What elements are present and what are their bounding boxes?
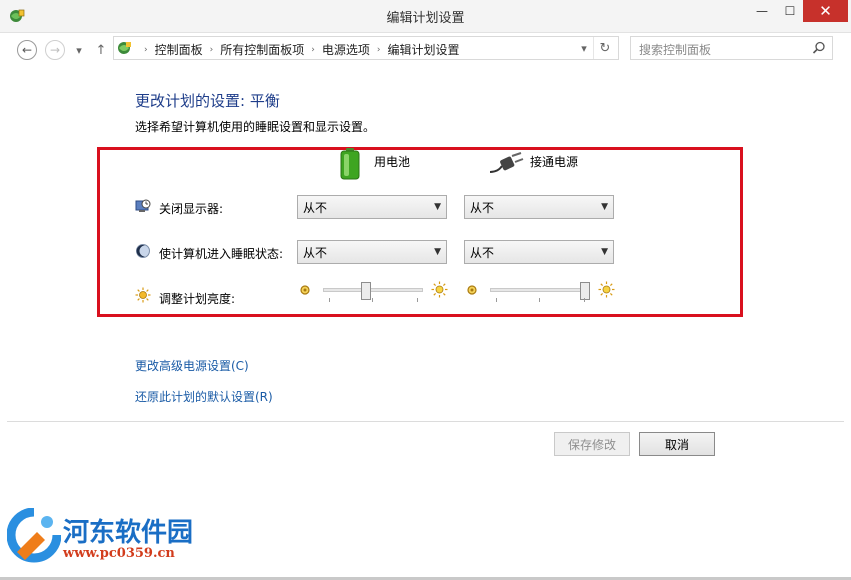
breadcrumb: › 控制面板 › 所有控制面板项 › 电源选项 › 编辑计划设置 bbox=[137, 41, 460, 58]
display-off-label: 关闭显示器: bbox=[159, 202, 224, 216]
page-description: 选择希望计算机使用的睡眠设置和显示设置。 bbox=[135, 120, 376, 134]
select-value: 从不 bbox=[470, 245, 495, 260]
slider-track bbox=[490, 288, 590, 292]
advanced-power-settings-link[interactable]: 更改高级电源设置(C) bbox=[135, 357, 249, 374]
save-changes-button[interactable]: 保存修改 bbox=[554, 432, 630, 456]
chevron-down-icon: ▼ bbox=[434, 202, 441, 212]
battery-column-header: 用电池 bbox=[374, 155, 411, 169]
chevron-down-icon: ▼ bbox=[434, 247, 441, 257]
window-title: 编辑计划设置 bbox=[386, 11, 465, 26]
forward-button[interactable]: → bbox=[45, 40, 65, 60]
page-title: 更改计划的设置: 平衡 bbox=[135, 92, 280, 110]
minimize-button[interactable]: — bbox=[748, 0, 776, 22]
slider-tick bbox=[584, 298, 585, 302]
search-placeholder: 搜索控制面板 bbox=[639, 43, 712, 57]
slider-tick bbox=[417, 298, 418, 302]
dim-brightness-icon bbox=[465, 283, 479, 297]
breadcrumb-control-panel[interactable]: 控制面板 bbox=[155, 41, 203, 58]
refresh-icon[interactable]: ↻ bbox=[598, 38, 612, 58]
watermark-logo bbox=[6, 507, 62, 566]
power-plug-icon bbox=[488, 152, 524, 176]
bright-brightness-icon bbox=[598, 281, 615, 298]
slider-tick bbox=[496, 298, 497, 302]
dim-brightness-icon bbox=[298, 283, 312, 297]
select-value: 从不 bbox=[303, 200, 328, 215]
brightness-label: 调整计划亮度: bbox=[159, 292, 236, 306]
select-value: 从不 bbox=[303, 245, 328, 260]
display-off-battery-select[interactable]: 从不 ▼ bbox=[297, 195, 447, 219]
chevron-down-icon: ▼ bbox=[601, 202, 608, 212]
bright-brightness-icon bbox=[431, 281, 448, 298]
recent-locations-button[interactable]: ▾ bbox=[72, 40, 86, 60]
breadcrumb-separator[interactable]: › bbox=[311, 45, 315, 55]
brightness-sun-icon bbox=[135, 287, 151, 303]
cancel-button[interactable]: 取消 bbox=[639, 432, 715, 456]
divider bbox=[7, 421, 844, 422]
display-off-plugged-select[interactable]: 从不 ▼ bbox=[464, 195, 614, 219]
watermark-url: www.pc0359.cn bbox=[63, 546, 175, 561]
slider-tick bbox=[329, 298, 330, 302]
breadcrumb-edit-plan[interactable]: 编辑计划设置 bbox=[387, 41, 459, 58]
address-dropdown-icon[interactable]: ▾ bbox=[577, 38, 591, 58]
watermark-title: 河东软件园 bbox=[63, 518, 194, 548]
slider-tick bbox=[372, 298, 373, 302]
sleep-moon-icon bbox=[135, 243, 151, 259]
plugged-column-header: 接通电源 bbox=[530, 155, 579, 169]
maximize-button[interactable]: ☐ bbox=[777, 0, 803, 22]
sleep-plugged-select[interactable]: 从不 ▼ bbox=[464, 240, 614, 264]
sleep-battery-select[interactable]: 从不 ▼ bbox=[297, 240, 447, 264]
plugged-brightness-slider[interactable] bbox=[490, 282, 590, 304]
sleep-label: 使计算机进入睡眠状态: bbox=[159, 247, 284, 261]
slider-thumb[interactable] bbox=[580, 282, 590, 300]
slider-tick bbox=[539, 298, 540, 302]
monitor-clock-icon bbox=[135, 198, 151, 214]
slider-track bbox=[323, 288, 423, 292]
chevron-down-icon: ▼ bbox=[601, 247, 608, 257]
search-icon[interactable] bbox=[812, 41, 826, 55]
address-divider bbox=[593, 37, 594, 59]
breadcrumb-separator[interactable]: › bbox=[377, 45, 381, 55]
battery-brightness-slider[interactable] bbox=[323, 282, 423, 304]
breadcrumb-separator[interactable]: › bbox=[210, 45, 214, 55]
restore-defaults-link[interactable]: 还原此计划的默认设置(R) bbox=[135, 388, 273, 405]
control-panel-icon bbox=[117, 40, 133, 56]
battery-icon bbox=[340, 148, 360, 180]
slider-thumb[interactable] bbox=[361, 282, 371, 300]
select-value: 从不 bbox=[470, 200, 495, 215]
up-button[interactable]: ↑ bbox=[94, 40, 108, 60]
back-button[interactable]: ← bbox=[17, 40, 37, 60]
breadcrumb-all-items[interactable]: 所有控制面板项 bbox=[220, 41, 304, 58]
breadcrumb-power-options[interactable]: 电源选项 bbox=[322, 41, 370, 58]
breadcrumb-separator: › bbox=[144, 44, 148, 55]
close-button[interactable]: ✕ bbox=[803, 0, 848, 22]
